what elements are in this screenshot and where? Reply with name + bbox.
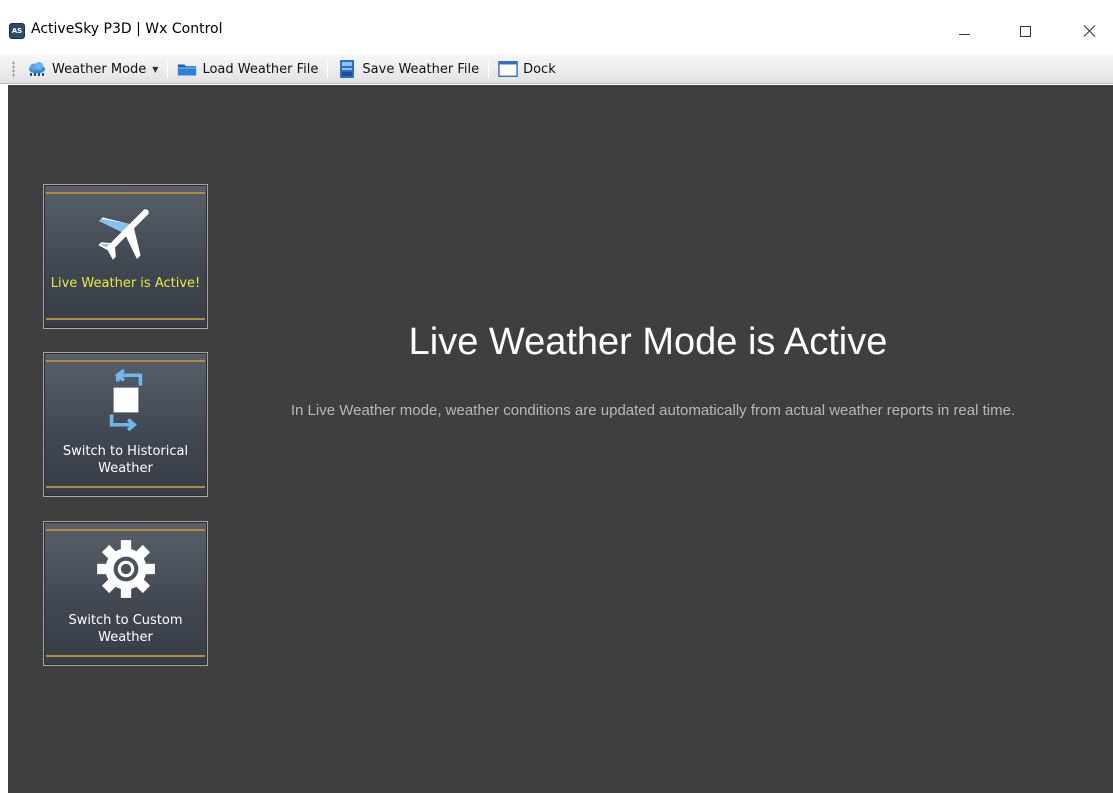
chevron-down-icon: ▼: [152, 64, 159, 74]
save-icon: [337, 60, 357, 78]
close-icon: [1083, 24, 1097, 38]
live-weather-tile[interactable]: Live Weather is Active!: [43, 184, 208, 329]
historical-weather-label: Switch to Historical Weather: [62, 444, 189, 476]
weather-mode-dropdown[interactable]: Weather Mode ▼: [23, 58, 162, 80]
tile-accent-band: [46, 360, 205, 362]
folder-icon: [177, 60, 197, 78]
custom-weather-tile[interactable]: Switch to Custom Weather: [43, 521, 208, 666]
toolbar-separator: [327, 60, 329, 78]
window-icon: [498, 60, 518, 78]
window-title: ActiveSky P3D | Wx Control: [31, 21, 223, 37]
cloud-rain-icon: [27, 60, 47, 78]
historical-icon: [93, 367, 159, 433]
toolbar-separator: [488, 60, 490, 78]
dock-button[interactable]: Dock: [494, 58, 560, 80]
app-icon: AS: [9, 23, 25, 39]
mode-description: In Live Weather mode, weather conditions…: [290, 402, 1016, 419]
close-button[interactable]: [1067, 16, 1113, 46]
load-weather-file-label: Load Weather File: [202, 61, 319, 77]
toolbar-grip[interactable]: [12, 60, 15, 78]
tile-accent-band: [46, 192, 205, 194]
weather-mode-label: Weather Mode: [52, 61, 147, 77]
airplane-icon: [93, 199, 159, 265]
maximize-button[interactable]: [1002, 16, 1048, 46]
gear-icon: [93, 536, 159, 602]
toolbar: Weather Mode ▼ Load Weather File Save We…: [0, 55, 1113, 84]
title-bar: AS ActiveSky P3D | Wx Control: [0, 0, 1113, 55]
custom-weather-label: Switch to Custom Weather: [68, 613, 183, 645]
tile-accent-band: [46, 529, 205, 531]
save-weather-file-label: Save Weather File: [362, 61, 480, 77]
historical-weather-tile[interactable]: Switch to Historical Weather: [43, 352, 208, 497]
save-weather-file-button[interactable]: Save Weather File: [333, 58, 483, 80]
page-title: Live Weather Mode is Active: [408, 321, 888, 363]
dock-label: Dock: [523, 61, 556, 77]
tile-accent-band: [46, 655, 205, 657]
minimize-icon: [958, 33, 970, 35]
window-border: [0, 85, 8, 793]
live-weather-label: Live Weather is Active!: [50, 276, 201, 291]
maximize-icon: [1019, 25, 1031, 37]
tile-accent-band: [46, 486, 205, 488]
tile-accent-band: [46, 318, 205, 320]
toolbar-separator: [167, 60, 169, 78]
load-weather-file-button[interactable]: Load Weather File: [173, 58, 322, 80]
minimize-button[interactable]: [941, 16, 987, 46]
